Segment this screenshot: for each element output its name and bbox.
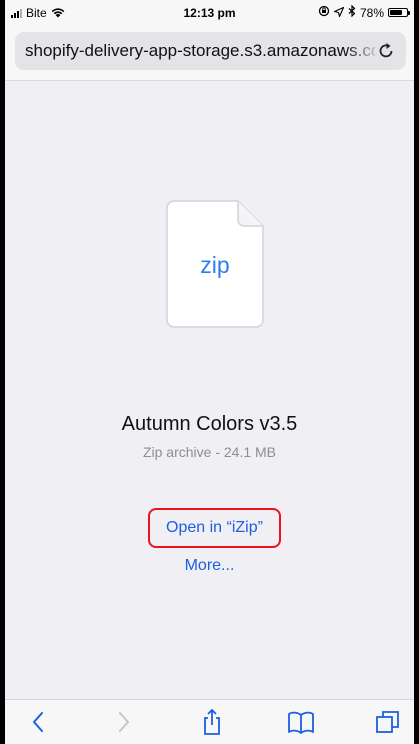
- battery-icon: [388, 8, 410, 17]
- open-in-izip-button[interactable]: Open in “iZip”: [148, 508, 281, 548]
- location-icon: [333, 6, 345, 20]
- status-bar: Bite 12:13 pm 78%: [5, 0, 414, 24]
- tabs-icon[interactable]: [374, 708, 402, 736]
- status-right: 78%: [318, 4, 410, 20]
- forward-icon[interactable]: [109, 708, 137, 736]
- bookmarks-icon[interactable]: [287, 708, 315, 736]
- browser-screen: Bite 12:13 pm 78% shopify-delivery-app-s…: [5, 0, 414, 744]
- zip-file-icon: zip: [166, 200, 264, 328]
- file-meta: Zip archive - 24.1 MB: [142, 444, 277, 460]
- file-name: Autumn Colors v3.5: [121, 413, 298, 435]
- orientation-lock-icon: [318, 5, 330, 20]
- address-bar[interactable]: shopify-delivery-app-storage.s3.amazonaw…: [15, 32, 406, 70]
- more-button[interactable]: More...: [5, 557, 414, 575]
- file-extension-label: zip: [200, 252, 230, 278]
- bluetooth-icon: [348, 4, 356, 20]
- bottom-toolbar: [5, 699, 414, 744]
- url-text[interactable]: shopify-delivery-app-storage.s3.amazonaw…: [25, 41, 375, 61]
- reload-icon[interactable]: [376, 41, 396, 61]
- back-icon[interactable]: [25, 708, 53, 736]
- browser-header: Bite 12:13 pm 78% shopify-delivery-app-s…: [5, 0, 414, 81]
- battery-percent: 78%: [359, 5, 384, 20]
- share-icon[interactable]: [198, 708, 226, 736]
